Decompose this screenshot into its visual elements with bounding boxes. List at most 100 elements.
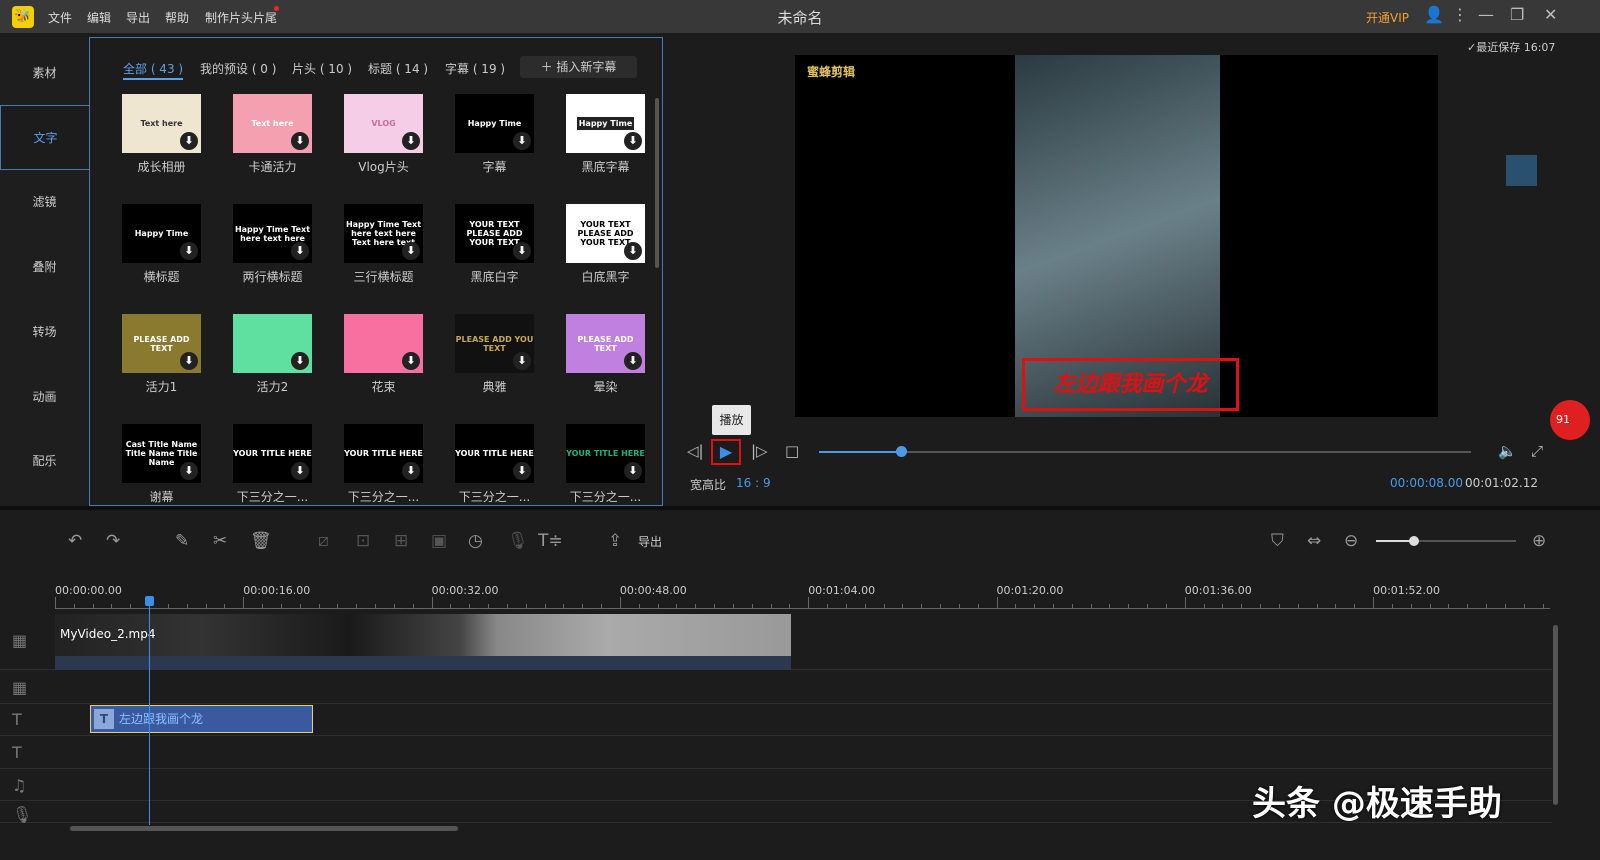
template-item[interactable]: Cast Title Name Title Name Title Name ⬇ 谢幕 bbox=[122, 424, 201, 505]
export-button[interactable]: 导出 bbox=[638, 533, 662, 550]
download-icon[interactable]: ⬇ bbox=[180, 242, 198, 260]
export-icon[interactable]: ⇪ bbox=[608, 531, 622, 551]
menu-help[interactable]: 帮助 bbox=[165, 9, 189, 26]
play-button[interactable]: ▶ bbox=[711, 439, 741, 465]
template-item[interactable]: YOUR TEXT PLEASE ADD YOUR TEXT ⬇ 黑底白字 bbox=[455, 204, 534, 285]
download-icon[interactable]: ⬇ bbox=[291, 352, 309, 370]
close-icon[interactable]: ✕ bbox=[1544, 5, 1557, 24]
text-clip[interactable]: 左边跟我画个龙 bbox=[90, 705, 313, 733]
download-icon[interactable]: ⬇ bbox=[402, 462, 420, 480]
zoom-in-icon[interactable]: ⊕ bbox=[1532, 531, 1546, 551]
next-frame-icon[interactable]: |▷ bbox=[751, 442, 768, 460]
aspect-ratio-select[interactable]: 16 : 9 bbox=[736, 476, 771, 490]
template-item[interactable]: YOUR TEXT PLEASE ADD YOUR TEXT ⬇ 白底黑字 bbox=[566, 204, 645, 285]
template-item[interactable]: Happy Time ⬇ 字幕 bbox=[455, 94, 534, 175]
caption-overlay[interactable]: 左边跟我画个龙 bbox=[1022, 358, 1239, 411]
template-item[interactable]: YOUR TITLE HERE ⬇ 下三分之一... bbox=[455, 424, 534, 505]
template-item[interactable]: VLOG ⬇ Vlog片头 bbox=[344, 94, 423, 175]
download-icon[interactable]: ⬇ bbox=[291, 242, 309, 260]
menu-export[interactable]: 导出 bbox=[126, 9, 150, 26]
menu-intro-outro[interactable]: 制作片头片尾 bbox=[205, 9, 277, 26]
menu-edit[interactable]: 编辑 bbox=[87, 9, 111, 26]
template-item[interactable]: YOUR TITLE HERE ⬇ 下三分之一... bbox=[566, 424, 645, 505]
download-icon[interactable]: ⬇ bbox=[180, 352, 198, 370]
zoom-out-icon[interactable]: ⊖ bbox=[1344, 531, 1358, 551]
sidebar-item-overlay[interactable]: 叠附 bbox=[0, 235, 89, 300]
download-icon[interactable]: ⬇ bbox=[624, 132, 642, 150]
stop-icon[interactable]: □ bbox=[785, 442, 799, 460]
marker-icon[interactable]: ⛉ bbox=[1271, 531, 1284, 551]
download-icon[interactable]: ⬇ bbox=[624, 352, 642, 370]
sidebar-item-filters[interactable]: 滤镜 bbox=[0, 170, 89, 235]
sidebar-item-animation[interactable]: 动画 bbox=[0, 365, 89, 430]
fullscreen-icon[interactable]: ⤢ bbox=[1531, 442, 1543, 460]
restore-icon[interactable]: ❐ bbox=[1510, 5, 1524, 24]
timeline-zoom-handle[interactable] bbox=[1409, 536, 1419, 546]
playhead[interactable] bbox=[149, 597, 150, 825]
template-item[interactable]: Happy Time ⬇ 横标题 bbox=[122, 204, 201, 285]
template-item[interactable]: Text here ⬇ 卡通活力 bbox=[233, 94, 312, 175]
sidebar-item-text[interactable]: 文字 bbox=[0, 105, 90, 170]
template-item[interactable]: Happy Time Text here text here Text here… bbox=[344, 204, 423, 285]
download-icon[interactable]: ⬇ bbox=[624, 242, 642, 260]
timeline-vertical-scrollbar[interactable] bbox=[1553, 625, 1558, 805]
notification-badge[interactable]: 91 bbox=[1550, 400, 1590, 440]
tab-subtitles[interactable]: 字幕 ( 19 ) bbox=[445, 60, 505, 77]
sidebar-item-music[interactable]: 配乐 bbox=[0, 429, 89, 494]
menu-file[interactable]: 文件 bbox=[48, 9, 72, 26]
freeze-icon[interactable]: ▣ bbox=[431, 531, 447, 551]
more-icon[interactable]: ⋮ bbox=[1452, 5, 1468, 24]
download-icon[interactable]: ⬇ bbox=[513, 462, 531, 480]
sidebar-item-transitions[interactable]: 转场 bbox=[0, 300, 89, 365]
template-item[interactable]: YOUR TITLE HERE ⬇ 下三分之一... bbox=[344, 424, 423, 505]
download-icon[interactable]: ⬇ bbox=[291, 132, 309, 150]
download-icon[interactable]: ⬇ bbox=[402, 242, 420, 260]
volume-icon[interactable]: 🔈 bbox=[1498, 442, 1517, 460]
voiceover-icon[interactable]: 🎙 bbox=[507, 531, 529, 551]
panel-scrollbar[interactable] bbox=[655, 98, 659, 268]
prev-frame-icon[interactable]: ◁| bbox=[687, 442, 704, 460]
timeline-horizontal-scrollbar[interactable] bbox=[70, 826, 458, 831]
cut-icon[interactable]: ✂ bbox=[213, 531, 227, 551]
crop-icon[interactable]: ⧄ bbox=[318, 531, 329, 551]
undo-icon[interactable]: ↶ bbox=[68, 531, 82, 551]
timeline-ruler[interactable] bbox=[55, 597, 1550, 609]
download-icon[interactable]: ⬇ bbox=[180, 132, 198, 150]
text-to-speech-icon[interactable]: T≑ bbox=[538, 531, 563, 551]
template-item[interactable]: PLEASE ADD TEXT ⬇ 活力1 bbox=[122, 314, 201, 395]
minimize-icon[interactable]: — bbox=[1478, 5, 1494, 24]
user-icon[interactable]: 👤 bbox=[1424, 5, 1444, 24]
download-icon[interactable]: ⬇ bbox=[513, 352, 531, 370]
tab-all[interactable]: 全部 ( 43 ) bbox=[123, 60, 184, 80]
download-icon[interactable]: ⬇ bbox=[402, 352, 420, 370]
template-item[interactable]: Happy Time ⬇ 黑底字幕 bbox=[566, 94, 645, 175]
download-icon[interactable]: ⬇ bbox=[513, 242, 531, 260]
template-item[interactable]: YOUR TITLE HERE ⬇ 下三分之一... bbox=[233, 424, 312, 505]
tab-intro[interactable]: 片头 ( 10 ) bbox=[292, 60, 352, 77]
seek-handle[interactable] bbox=[896, 446, 908, 457]
panel-divider[interactable] bbox=[0, 506, 1600, 510]
sidebar-item-media[interactable]: 素材 bbox=[0, 41, 89, 106]
download-icon[interactable]: ⬇ bbox=[402, 132, 420, 150]
zoom-frame-icon[interactable]: ⊡ bbox=[356, 531, 370, 551]
tab-titles[interactable]: 标题 ( 14 ) bbox=[368, 60, 428, 77]
fit-timeline-icon[interactable]: ⇔ bbox=[1307, 531, 1321, 551]
download-icon[interactable]: ⬇ bbox=[291, 462, 309, 480]
download-icon[interactable]: ⬇ bbox=[624, 462, 642, 480]
seek-bar[interactable] bbox=[819, 451, 1471, 453]
mosaic-icon[interactable]: ⊞ bbox=[394, 531, 408, 551]
template-item[interactable]: PLEASE ADD YOU TEXT ⬇ 典雅 bbox=[455, 314, 534, 395]
template-item[interactable]: PLEASE ADD TEXT ⬇ 晕染 bbox=[566, 314, 645, 395]
playhead-handle[interactable] bbox=[145, 596, 154, 606]
template-item[interactable]: Happy Time Text here text here ⬇ 两行横标题 bbox=[233, 204, 312, 285]
side-widget-icon[interactable] bbox=[1506, 155, 1537, 186]
edit-icon[interactable]: ✎ bbox=[175, 531, 189, 551]
download-icon[interactable]: ⬇ bbox=[180, 462, 198, 480]
template-item[interactable]: Text here ⬇ 成长相册 bbox=[122, 94, 201, 175]
redo-icon[interactable]: ↷ bbox=[106, 531, 120, 551]
template-item[interactable]: ⬇ 花束 bbox=[344, 314, 423, 395]
insert-subtitle-button[interactable]: ＋ 插入新字幕 bbox=[520, 56, 637, 78]
tab-my-presets[interactable]: 我的预设 ( 0 ) bbox=[200, 60, 276, 77]
vip-button[interactable]: 开通VIP bbox=[1366, 9, 1409, 26]
template-item[interactable]: ⬇ 活力2 bbox=[233, 314, 312, 395]
